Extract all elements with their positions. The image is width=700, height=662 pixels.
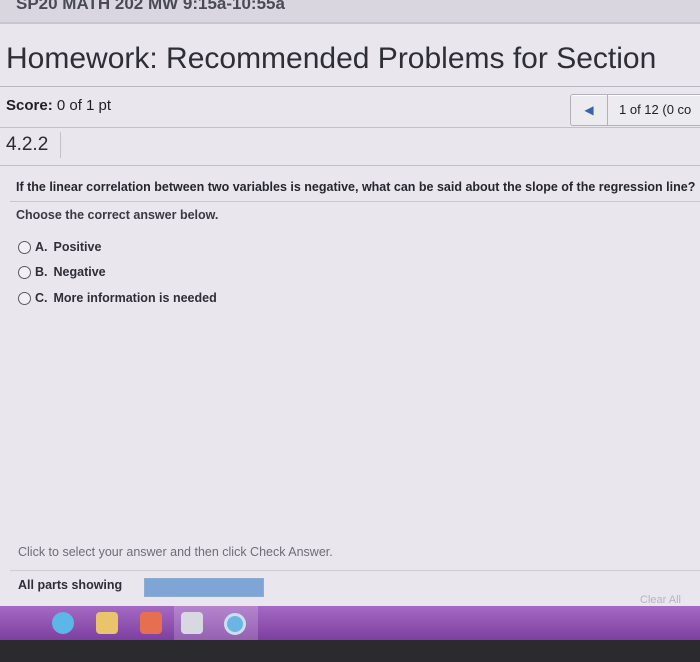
parts-progress-bar xyxy=(144,578,264,597)
option-letter: C. xyxy=(35,291,48,305)
parts-showing-label: All parts showing xyxy=(18,578,123,592)
divider xyxy=(0,86,700,87)
triangle-left-icon: ◀ xyxy=(584,103,594,117)
homework-title: Homework: Recommended Problems for Secti… xyxy=(6,42,657,75)
score-value: 0 of 1 pt xyxy=(56,97,112,114)
instruction-text: Choose the correct answer below. xyxy=(16,208,219,222)
chrome-icon[interactable] xyxy=(224,613,246,635)
option-text: Positive xyxy=(53,240,102,254)
radio-button[interactable] xyxy=(18,265,31,279)
file-explorer-icon[interactable] xyxy=(96,612,118,634)
screen: SP20 MATH 202 MW 9:15a-10:55a Homework: … xyxy=(0,0,700,640)
question-navigator: ◀ 1 of 12 (0 co xyxy=(570,94,700,126)
question-number: 4.2.2 xyxy=(4,132,61,158)
score: Score: 0 of 1 pt xyxy=(6,97,111,114)
progress-fill xyxy=(145,579,263,596)
previous-question-button[interactable]: ◀ xyxy=(571,95,608,125)
divider xyxy=(0,165,700,166)
clear-all-button[interactable]: Clear All xyxy=(640,594,681,606)
ie-icon[interactable] xyxy=(52,612,74,634)
answer-option-b[interactable]: B. Negative xyxy=(18,265,106,279)
score-label: Score: xyxy=(6,97,53,114)
store-icon[interactable] xyxy=(140,612,162,634)
divider xyxy=(10,201,700,202)
option-letter: B. xyxy=(35,265,48,279)
course-title: SP20 MATH 202 MW 9:15a-10:55a xyxy=(16,0,285,13)
calculator-icon[interactable] xyxy=(181,612,203,634)
question-position[interactable]: 1 of 12 (0 co xyxy=(619,102,691,117)
option-text: Negative xyxy=(53,265,106,279)
option-letter: A. xyxy=(35,240,48,254)
radio-button[interactable] xyxy=(18,291,31,305)
course-header: SP20 MATH 202 MW 9:15a-10:55a xyxy=(0,0,700,24)
question-text: If the linear correlation between two va… xyxy=(16,180,696,194)
divider xyxy=(10,570,700,571)
option-text: More information is needed xyxy=(53,291,217,305)
monitor-bezel xyxy=(0,640,700,662)
radio-button[interactable] xyxy=(18,240,31,254)
answer-option-a[interactable]: A. Positive xyxy=(18,240,101,254)
answer-option-c[interactable]: C. More information is needed xyxy=(18,291,217,305)
taskbar xyxy=(0,606,700,640)
instruction-hint: Click to select your answer and then cli… xyxy=(18,545,333,559)
divider xyxy=(0,127,700,128)
